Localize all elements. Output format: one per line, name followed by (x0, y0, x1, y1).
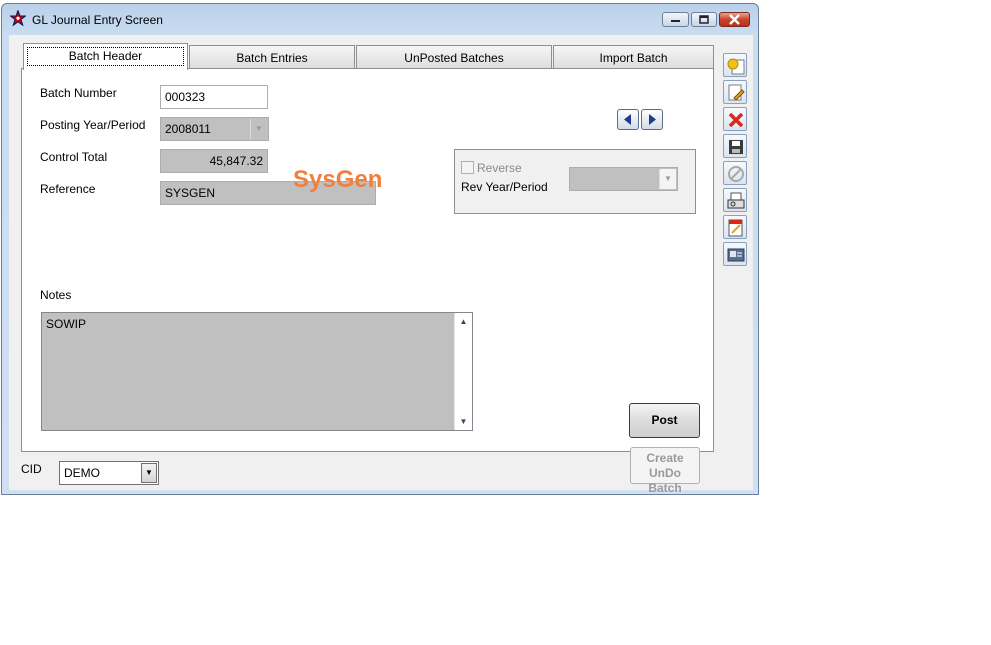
save-icon (729, 140, 743, 154)
print-preview-button[interactable] (723, 188, 747, 212)
tab-batch-header[interactable]: Batch Header (23, 43, 188, 70)
print-preview-icon (727, 192, 745, 209)
add-note-button[interactable] (723, 53, 747, 77)
title-bar[interactable]: GL Journal Entry Screen (2, 4, 758, 34)
delete-button[interactable] (723, 107, 747, 131)
add-note-icon (727, 58, 745, 75)
reverse-checkbox[interactable] (461, 161, 474, 174)
chevron-down-icon: ▼ (141, 463, 157, 483)
edit-icon (728, 84, 745, 101)
rev-period-label: Rev Year/Period (461, 180, 548, 194)
notes-label: Notes (40, 288, 72, 302)
cancel-icon (728, 166, 744, 182)
tab-label: Batch Entries (236, 51, 308, 65)
close-icon (729, 14, 740, 25)
tab-focus-rect (27, 47, 184, 66)
tab-label: UnPosted Batches (404, 51, 504, 65)
cid-label: CID (21, 462, 42, 476)
edit-button[interactable] (723, 80, 747, 104)
undo-label-line1: Create (646, 451, 684, 465)
app-window: GL Journal Entry Screen Batch Header Bat… (1, 3, 759, 495)
save-button[interactable] (723, 134, 747, 158)
post-button[interactable]: Post (629, 403, 700, 438)
window-title: GL Journal Entry Screen (32, 13, 163, 27)
posting-period-select[interactable]: 2008011 ▼ (160, 117, 269, 141)
notes-scrollbar[interactable]: ▲ ▼ (454, 313, 472, 430)
post-button-label: Post (651, 413, 678, 427)
undo-label-line2: UnDo Batch (648, 466, 682, 495)
reverse-group: Reverse Rev Year/Period ▼ (454, 149, 696, 214)
posting-period-label: Posting Year/Period (40, 118, 146, 132)
delete-icon (728, 112, 744, 128)
arrow-left-icon (624, 114, 631, 125)
minimize-icon (671, 20, 680, 22)
batch-number-label: Batch Number (40, 86, 117, 100)
scroll-up-icon[interactable]: ▲ (455, 313, 472, 330)
arrow-right-icon (649, 114, 656, 125)
tab-import-batch[interactable]: Import Batch (553, 45, 714, 69)
chevron-down-icon: ▼ (250, 119, 267, 139)
posting-period-value: 2008011 (165, 122, 211, 136)
cancel-button[interactable] (723, 161, 747, 185)
id-card-button[interactable] (723, 242, 747, 266)
scroll-down-icon[interactable]: ▼ (455, 413, 472, 430)
reference-label: Reference (40, 182, 96, 196)
id-card-icon (727, 248, 745, 262)
star-app-icon (10, 10, 26, 26)
report-icon (728, 219, 743, 237)
tab-unposted-batches[interactable]: UnPosted Batches (356, 45, 552, 69)
previous-button[interactable] (617, 109, 639, 130)
rev-period-select[interactable]: ▼ (569, 167, 678, 191)
notes-text: SOWIP (46, 317, 87, 331)
control-total-field[interactable]: 45,847.32 (160, 149, 268, 173)
client-area: Batch Header Batch Entries UnPosted Batc… (9, 35, 753, 495)
close-button[interactable] (719, 12, 750, 27)
create-undo-batch-button[interactable]: Create UnDo Batch (630, 447, 700, 495)
restore-icon (699, 15, 709, 24)
tab-label: Import Batch (599, 51, 668, 65)
reverse-label: Reverse (477, 161, 522, 175)
side-toolbar (721, 47, 749, 267)
restore-button[interactable] (691, 12, 717, 27)
cid-value: DEMO (64, 466, 100, 480)
control-total-label: Control Total (40, 150, 108, 164)
batch-header-panel: Batch Number 000323 Posting Year/Period … (21, 68, 714, 495)
chevron-down-icon: ▼ (659, 169, 676, 189)
next-button[interactable] (641, 109, 663, 130)
report-button[interactable] (723, 215, 747, 239)
cid-select[interactable]: DEMO ▼ (59, 461, 159, 485)
tab-batch-entries[interactable]: Batch Entries (189, 45, 355, 69)
minimize-button[interactable] (662, 12, 689, 27)
batch-number-field[interactable]: 000323 (160, 85, 268, 109)
notes-textarea[interactable]: SOWIP ▲ ▼ (41, 312, 473, 431)
sysgen-tag: SysGen (293, 166, 383, 193)
